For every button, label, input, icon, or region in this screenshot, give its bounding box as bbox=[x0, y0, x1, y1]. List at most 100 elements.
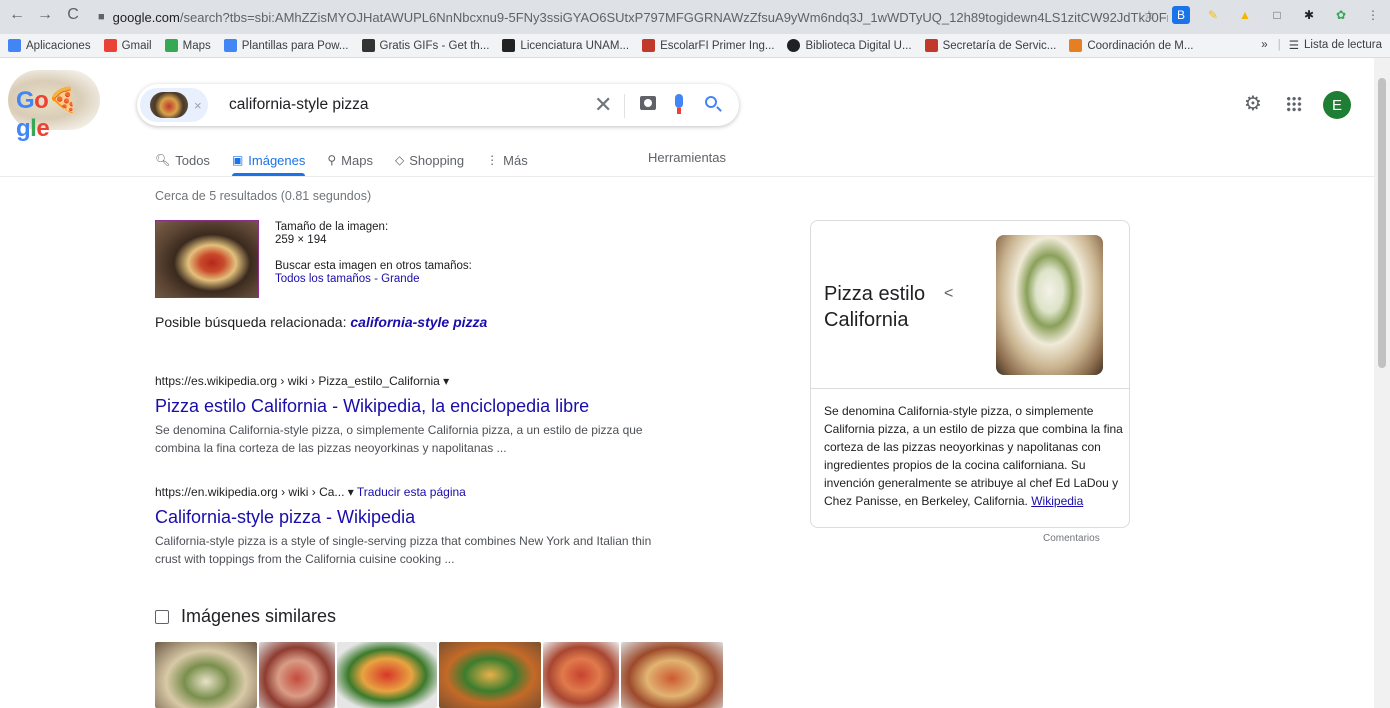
bookmark-favicon bbox=[502, 39, 516, 52]
tab-maps[interactable]: ⚲ Maps bbox=[327, 148, 373, 172]
back-icon[interactable]: ← bbox=[6, 6, 28, 24]
feedback-link[interactable]: Comentarios bbox=[1043, 533, 1100, 544]
extension-icon[interactable]: ▲ bbox=[1236, 6, 1254, 24]
similar-image[interactable] bbox=[543, 642, 619, 708]
bookmark-item[interactable]: Coordinación de M... bbox=[1069, 39, 1193, 52]
extension-icons: ☆ B ✎ ▲ □ ✱ ✿ ⋮ bbox=[1140, 6, 1382, 24]
tab-imagenes[interactable]: ▣ Imágenes bbox=[231, 148, 306, 176]
result-url[interactable]: https://es.wikipedia.org › wiki › Pizza_… bbox=[155, 374, 675, 388]
more-vertical-icon: ⋮ bbox=[486, 153, 499, 167]
avatar[interactable]: E bbox=[1323, 91, 1351, 119]
bookmark-item[interactable]: Secretaría de Servic... bbox=[924, 39, 1056, 52]
bookmark-item[interactable]: Licenciatura UNAM... bbox=[502, 39, 629, 52]
extension-icon[interactable]: B bbox=[1172, 6, 1190, 24]
search-tabs: 🔍︎ Todos ▣ Imágenes ⚲ Maps ◇ Shopping ⋮ Más bbox=[155, 148, 550, 176]
similar-images-label: Imágenes similares bbox=[181, 606, 337, 626]
result-stats: Cerca de 5 resultados (0.81 segundos) bbox=[155, 189, 372, 203]
all-sizes-link[interactable]: Todos los tamaños bbox=[275, 273, 371, 285]
size-separator: - bbox=[370, 273, 382, 285]
tab-mas[interactable]: ⋮ Más bbox=[486, 148, 528, 172]
apps-grid-icon bbox=[8, 39, 21, 52]
bookmark-item[interactable]: Biblioteca Digital U... bbox=[787, 39, 912, 52]
bookmark-item[interactable]: EscolarFI Primer Ing... bbox=[642, 39, 774, 52]
divider: | bbox=[1277, 39, 1281, 51]
address-bar[interactable]: ■ google.com /search?tbs=sbi:AMhZZisMYOJ… bbox=[98, 5, 1168, 29]
menu-icon[interactable]: ⋮ bbox=[1364, 6, 1382, 24]
related-label: Posible búsqueda relacionada: bbox=[155, 314, 351, 330]
similar-images-heading: Imágenes similares bbox=[155, 606, 336, 627]
bookmark-item[interactable]: Gratis GIFs - Get th... bbox=[361, 39, 489, 52]
wikipedia-link[interactable]: Wikipedia bbox=[1031, 494, 1083, 508]
browser-toolbar: ← → C ■ google.com /search?tbs=sbi:AMhZZ… bbox=[0, 0, 1390, 34]
clear-search-icon[interactable]: ✕ bbox=[594, 92, 612, 118]
result-url: https://en.wikipedia.org › wiki › Ca... … bbox=[155, 485, 675, 499]
bookmark-item[interactable]: Maps bbox=[164, 39, 211, 52]
search-box[interactable]: × california-style pizza ✕ bbox=[137, 84, 739, 126]
large-size-link[interactable]: Grande bbox=[381, 273, 419, 285]
tab-shopping[interactable]: ◇ Shopping bbox=[395, 148, 464, 172]
image-info: Tamaño de la imagen: 259 × 194 Buscar es… bbox=[275, 221, 472, 286]
puzzle-icon[interactable]: ✱ bbox=[1300, 6, 1318, 24]
result-title-link[interactable]: California-style pizza - Wikipedia bbox=[155, 507, 675, 528]
scrollbar[interactable] bbox=[1374, 58, 1390, 708]
extension-icon[interactable]: □ bbox=[1268, 6, 1286, 24]
apps-grid-icon[interactable] bbox=[1286, 96, 1302, 112]
image-search-chip[interactable]: × bbox=[140, 88, 208, 122]
gear-icon[interactable]: ⚙ bbox=[1244, 94, 1264, 114]
translate-link[interactable]: Traducir esta página bbox=[357, 485, 466, 499]
bookmarks-bar: Aplicaciones Gmail Maps Plantillas para … bbox=[0, 34, 1390, 58]
related-query-link[interactable]: california-style pizza bbox=[350, 314, 487, 330]
tab-todos[interactable]: 🔍︎ Todos bbox=[155, 148, 210, 172]
bookmark-star-icon[interactable]: ☆ bbox=[1140, 6, 1158, 24]
more-bookmarks-icon[interactable]: » bbox=[1261, 39, 1267, 51]
knowledge-panel-description: Se denomina California-style pizza, o si… bbox=[824, 402, 1124, 510]
image-size-value: 259 × 194 bbox=[275, 234, 327, 246]
query-image[interactable] bbox=[155, 220, 259, 298]
search-icon[interactable] bbox=[705, 96, 717, 108]
similar-image[interactable] bbox=[337, 642, 437, 708]
reading-list[interactable]: » | ☰ Lista de lectura bbox=[1261, 38, 1382, 52]
description-text: Se denomina California-style pizza, o si… bbox=[824, 404, 1123, 508]
similar-image[interactable] bbox=[621, 642, 723, 708]
search-result: https://es.wikipedia.org › wiki › Pizza_… bbox=[155, 374, 675, 457]
remove-image-icon[interactable]: × bbox=[194, 98, 202, 113]
lock-icon: ■ bbox=[98, 11, 105, 23]
result-title-link[interactable]: Pizza estilo California - Wikipedia, la … bbox=[155, 396, 675, 417]
bookmark-item[interactable]: Aplicaciones bbox=[8, 39, 91, 52]
forward-icon[interactable]: → bbox=[34, 6, 56, 24]
knowledge-panel-title: Pizza estilo California bbox=[824, 283, 926, 331]
camera-icon[interactable] bbox=[640, 96, 656, 110]
tools-button[interactable]: Herramientas bbox=[648, 150, 726, 165]
related-search: Posible búsqueda relacionada: california… bbox=[155, 314, 487, 330]
knowledge-panel: Pizza estilo California < Se denomina Ca… bbox=[810, 220, 1130, 528]
extension-icon[interactable]: ✿ bbox=[1332, 6, 1350, 24]
share-icon[interactable]: < bbox=[944, 285, 953, 303]
extension-icon[interactable]: ✎ bbox=[1204, 6, 1222, 24]
bookmark-item[interactable]: Plantillas para Pow... bbox=[223, 39, 349, 52]
divider bbox=[811, 388, 1129, 389]
other-sizes-label: Buscar esta imagen en otros tamaños: bbox=[275, 260, 472, 272]
reload-icon[interactable]: C bbox=[62, 6, 84, 24]
search-result: https://en.wikipedia.org › wiki › Ca... … bbox=[155, 485, 675, 568]
maps-icon bbox=[164, 39, 178, 52]
search-icon: 🔍︎ bbox=[155, 153, 171, 167]
tag-icon: ◇ bbox=[394, 153, 405, 167]
map-pin-icon: ⚲ bbox=[327, 153, 337, 167]
search-input[interactable]: california-style pizza bbox=[229, 96, 369, 114]
similar-image[interactable] bbox=[439, 642, 541, 708]
microphone-icon[interactable] bbox=[675, 94, 683, 114]
divider bbox=[624, 94, 625, 118]
google-doodle-logo[interactable]: Go🍕gle bbox=[8, 70, 100, 142]
result-url-text[interactable]: https://en.wikipedia.org › wiki › Ca... … bbox=[155, 485, 354, 499]
bookmark-item[interactable]: Gmail bbox=[103, 39, 152, 52]
size-links: Todos los tamaños - Grande bbox=[275, 273, 472, 286]
knowledge-panel-image[interactable] bbox=[996, 235, 1103, 375]
bookmark-favicon bbox=[787, 39, 801, 52]
similar-image[interactable] bbox=[155, 642, 257, 708]
image-size-label: Tamaño de la imagen: bbox=[275, 221, 389, 233]
similar-image[interactable] bbox=[259, 642, 335, 708]
image-icon: ▣ bbox=[231, 153, 244, 167]
logo-wordmark: Go🍕gle bbox=[16, 87, 78, 142]
scrollbar-thumb[interactable] bbox=[1378, 78, 1386, 368]
